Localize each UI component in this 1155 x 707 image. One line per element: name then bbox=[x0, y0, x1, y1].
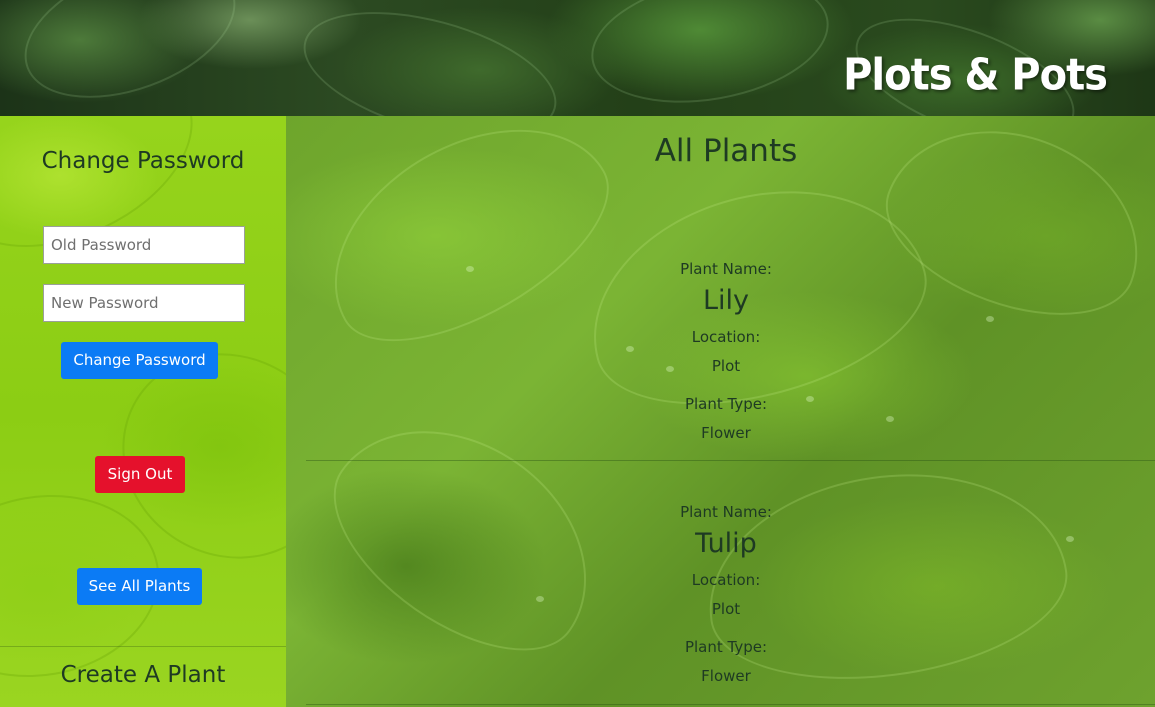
water-drop-decoration bbox=[886, 416, 894, 422]
location-value: Plot bbox=[711, 600, 741, 618]
plant-type-label: Plant Type: bbox=[684, 395, 768, 413]
plant-name-label: Plant Name: bbox=[680, 260, 772, 278]
plant-type-value: Flower bbox=[701, 667, 751, 685]
plant-name: Tulip bbox=[695, 528, 757, 559]
change-password-title: Change Password bbox=[41, 148, 245, 174]
plant-name: Lily bbox=[702, 285, 750, 316]
water-drop-decoration bbox=[986, 316, 994, 322]
new-password-input[interactable] bbox=[43, 284, 245, 322]
all-plants-title: All Plants bbox=[654, 133, 798, 169]
header-leaf-decoration bbox=[581, 0, 839, 116]
site-title[interactable]: Plots & Pots bbox=[843, 50, 1108, 101]
plant-type-label: Plant Type: bbox=[684, 638, 768, 656]
sidebar: Change Password Change Password Sign Out… bbox=[0, 116, 286, 707]
card-divider bbox=[306, 460, 1155, 461]
location-label: Location: bbox=[691, 328, 761, 346]
location-value: Plot bbox=[711, 357, 741, 375]
header-leaf-decoration bbox=[6, 0, 254, 116]
create-plant-title: Create A Plant bbox=[60, 662, 226, 688]
header-leaf-decoration bbox=[290, 0, 570, 116]
sidebar-divider bbox=[0, 646, 286, 647]
water-drop-decoration bbox=[626, 346, 634, 352]
plant-name-label: Plant Name: bbox=[680, 503, 772, 521]
change-password-button[interactable]: Change Password bbox=[61, 342, 218, 379]
sign-out-button[interactable]: Sign Out bbox=[95, 456, 185, 493]
main-content: All Plants Plant Name: Lily Location: Pl… bbox=[286, 116, 1155, 707]
site-header: Plots & Pots bbox=[0, 0, 1155, 116]
see-all-plants-button[interactable]: See All Plants bbox=[77, 568, 202, 605]
old-password-input[interactable] bbox=[43, 226, 245, 264]
plant-type-value: Flower bbox=[701, 424, 751, 442]
location-label: Location: bbox=[691, 571, 761, 589]
card-divider bbox=[306, 704, 1155, 705]
